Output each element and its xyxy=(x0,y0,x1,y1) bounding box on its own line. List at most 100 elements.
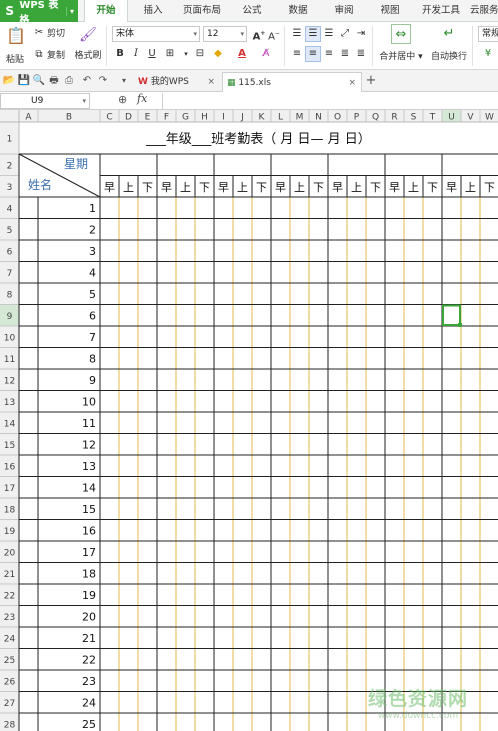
formula-input[interactable] xyxy=(162,93,498,109)
period-label: 上 xyxy=(465,181,476,194)
paste-button[interactable]: 📋 粘贴 xyxy=(4,26,26,65)
tab-115-xls[interactable]: ▦ 115.xls × xyxy=(222,72,362,92)
font-size-select[interactable]: 12 ▾ xyxy=(203,26,247,42)
sheet-title: ___年级___班考勤表（ 月 日— 月 日） xyxy=(145,132,371,147)
merge-center-icon: ⇔ xyxy=(391,24,411,44)
row-header: 6 xyxy=(7,247,13,257)
bold-button[interactable]: B xyxy=(112,46,128,62)
cut-button[interactable]: ✂ 剪切 xyxy=(33,26,65,40)
open-folder-icon[interactable]: 📂 xyxy=(2,73,16,89)
function-icon[interactable]: fx xyxy=(137,92,147,105)
student-number: 18 xyxy=(82,567,96,580)
spreadsheet-grid[interactable]: A B C D E F G H I J K L M N O P Q R S T U V W 1 2 3 4 5 6 7 8 9 10 11 12 13… xyxy=(0,110,498,731)
format-painter-button[interactable]: 🖌 格式刷 xyxy=(74,26,102,61)
header-name-label: 姓名 xyxy=(28,177,52,192)
column-header: J xyxy=(240,113,244,123)
tab-home[interactable]: 开始 xyxy=(84,0,128,23)
tab-page-layout[interactable]: 页面布局 xyxy=(176,0,228,22)
row-header: 7 xyxy=(7,269,13,279)
align-bottom-icon[interactable]: ☰ xyxy=(321,26,337,42)
decrease-font-icon[interactable]: A− xyxy=(266,26,282,42)
merge-center-button[interactable]: ⇔ 合并居中 ▾ xyxy=(378,24,424,62)
tab-view[interactable]: 视图 xyxy=(372,0,408,22)
name-box[interactable]: U9 ▾ xyxy=(0,93,90,109)
student-number: 13 xyxy=(82,460,96,473)
column-header: A xyxy=(25,113,32,123)
tab-review[interactable]: 审阅 xyxy=(326,0,362,22)
row-header: 26 xyxy=(4,677,16,687)
align-top-icon[interactable]: ☰ xyxy=(289,26,305,42)
column-header: C xyxy=(106,113,112,123)
align-right-icon[interactable]: ≡ xyxy=(321,46,337,62)
selected-cell xyxy=(442,304,461,326)
zoom-icon[interactable]: ⊕ xyxy=(118,93,127,106)
row-header: 25 xyxy=(4,656,15,666)
underline-button[interactable]: U xyxy=(144,46,160,62)
indent-icon[interactable]: ⇥ xyxy=(353,26,369,42)
currency-icon[interactable]: ¥ xyxy=(480,46,496,62)
export-pdf-icon[interactable]: ⎙ xyxy=(62,73,76,89)
student-number: 2 xyxy=(89,223,96,236)
tab-cloud[interactable]: 云服务 xyxy=(470,0,498,22)
copy-button[interactable]: ⧉ 复制 xyxy=(33,48,65,62)
row-header: 19 xyxy=(4,527,16,537)
merge-cells-icon[interactable]: ⊟ xyxy=(192,46,208,62)
column-header: U xyxy=(448,113,455,123)
new-tab-icon[interactable]: + xyxy=(364,73,378,89)
close-icon[interactable]: × xyxy=(207,72,215,92)
border-icon[interactable]: ⊞ xyxy=(162,46,178,62)
watermark: 绿色资源网 www.downcc.com xyxy=(367,688,468,721)
column-header: V xyxy=(467,113,474,123)
customize-toolbar-icon[interactable]: ▾ xyxy=(117,73,131,89)
column-header: S xyxy=(411,113,417,123)
save-icon[interactable]: 💾 xyxy=(17,73,31,89)
row-header: 18 xyxy=(4,505,16,515)
column-header: E xyxy=(145,113,151,123)
period-label: 上 xyxy=(123,181,134,194)
increase-font-icon[interactable]: A+ xyxy=(251,26,267,42)
wrap-text-button[interactable]: ↵ 自动换行 xyxy=(430,24,468,62)
close-icon[interactable]: × xyxy=(348,73,356,93)
tab-developer[interactable]: 开发工具 xyxy=(416,0,466,22)
align-middle-icon[interactable]: ☰ xyxy=(305,26,321,42)
fill-color-icon[interactable]: ◆ xyxy=(210,46,226,62)
student-number: 19 xyxy=(82,589,96,602)
orientation-icon[interactable]: ⤢ xyxy=(337,26,353,42)
column-header: I xyxy=(222,113,225,123)
wps-logo-icon: W xyxy=(138,77,148,87)
tab-formulas[interactable]: 公式 xyxy=(234,0,270,22)
student-number: 21 xyxy=(82,632,96,645)
tab-my-wps[interactable]: W 我的WPS × xyxy=(134,72,220,92)
period-label: 下 xyxy=(427,181,438,194)
row-header: 9 xyxy=(7,312,13,322)
align-center-icon[interactable]: ≡ xyxy=(305,46,321,62)
header-week-label: 星期 xyxy=(64,157,88,171)
clear-format-icon[interactable]: A̸ xyxy=(258,46,274,62)
font-color-icon[interactable]: A xyxy=(234,46,250,62)
student-number: 17 xyxy=(82,546,96,559)
redo-icon[interactable]: ↷ xyxy=(96,73,110,89)
chevron-down-icon: ▾ xyxy=(193,30,197,38)
align-left-icon[interactable]: ≡ xyxy=(289,46,305,62)
clipboard-icon: 📋 xyxy=(6,26,26,45)
row-header: 11 xyxy=(4,355,15,365)
justify-icon[interactable]: ≣ xyxy=(337,46,353,62)
font-name-select[interactable]: 宋体 ▾ xyxy=(112,26,200,42)
app-menu-button[interactable]: S WPS 表格 ▾ xyxy=(0,0,78,26)
sheet-canvas[interactable]: A B C D E F G H I J K L M N O P Q R S T U V W12345678910111213… xyxy=(0,110,498,731)
chevron-down-icon[interactable]: ▾ xyxy=(65,6,74,16)
distributed-icon[interactable]: ≣ xyxy=(353,46,369,62)
row-header: 22 xyxy=(4,591,15,601)
undo-icon[interactable]: ↶ xyxy=(80,73,94,89)
column-header: T xyxy=(429,113,436,123)
wrap-text-icon: ↵ xyxy=(443,26,455,41)
italic-button[interactable]: I xyxy=(128,46,144,62)
tab-insert[interactable]: 插入 xyxy=(134,0,172,22)
brush-icon: 🖌 xyxy=(79,27,97,43)
student-number: 15 xyxy=(82,503,96,516)
print-icon[interactable]: 🖶 xyxy=(47,73,61,89)
period-label: 下 xyxy=(370,181,381,194)
number-format-select[interactable]: 常规 xyxy=(478,26,498,42)
tab-data[interactable]: 数据 xyxy=(280,0,316,22)
print-preview-icon[interactable]: 🔍 xyxy=(32,73,46,89)
